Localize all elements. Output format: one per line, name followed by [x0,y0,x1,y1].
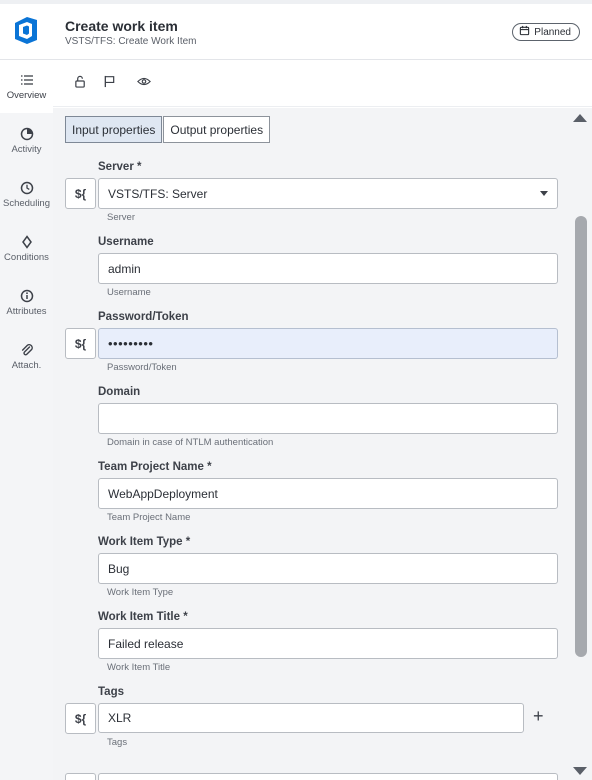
scrollbar-thumb[interactable] [575,216,587,657]
next-field[interactable] [98,773,558,780]
team-project-help: Team Project Name [107,512,191,523]
password-help: Password/Token [107,362,177,373]
username-label: Username [98,236,154,248]
username-field[interactable]: admin [98,253,558,284]
sidebar-item-label: Conditions [4,252,49,263]
tab-input-properties[interactable]: Input properties [65,116,163,143]
tab-output-properties[interactable]: Output properties [163,116,271,143]
status-badge-label: Planned [534,26,571,38]
server-select[interactable]: VSTS/TFS: Server [98,178,558,209]
chevron-down-icon [540,191,548,196]
work-item-title-help: Work Item Title [107,662,171,673]
sidebar-item-activity[interactable]: Activity [0,115,53,167]
server-help: Server [107,212,135,223]
flag-icon[interactable] [100,72,118,90]
page-subtitle: VSTS/TFS: Create Work Item [65,36,197,47]
server-value: VSTS/TFS: Server [108,186,208,201]
server-variable-button[interactable]: ${ [65,178,96,209]
add-tag-button[interactable]: + [533,706,544,727]
work-item-title-label: Work Item Title * [98,611,188,623]
sidebar-item-scheduling[interactable]: Scheduling [0,169,53,221]
password-field[interactable]: ••••••••• [98,328,558,359]
domain-help: Domain in case of NTLM authentication [107,437,274,448]
azure-devops-logo-icon [10,14,42,46]
toolbar [53,61,592,107]
sidebar-item-label: Attributes [6,306,47,317]
sidebar: Overview Activity Scheduling Conditions … [0,61,53,780]
info-icon [20,289,33,303]
scroll-up-arrow-icon[interactable] [573,114,587,122]
username-help: Username [107,287,151,298]
domain-label: Domain [98,386,141,398]
work-item-type-label: Work Item Type * [98,536,191,548]
paperclip-icon [21,344,33,356]
sidebar-item-overview[interactable]: Overview [0,61,53,113]
tags-label: Tags [98,686,124,698]
tags-field[interactable]: XLR [98,703,524,733]
tab-bar: Input properties Output properties [65,116,271,143]
clock-icon [20,181,33,195]
next-variable-button[interactable] [65,773,96,780]
tags-variable-button[interactable]: ${ [65,703,96,734]
sidebar-item-label: Overview [6,90,47,101]
sidebar-item-label: Activity [11,144,42,155]
sidebar-item-attributes[interactable]: Attributes [0,277,53,329]
form-panel: Input properties Output properties Serve… [53,108,570,780]
sidebar-item-label: Attach. [11,360,42,371]
page-title: Create work item [65,18,178,34]
password-label: Password/Token [98,311,189,323]
password-variable-button[interactable]: ${ [65,328,96,359]
team-project-field[interactable]: WebAppDeployment [98,478,558,509]
list-icon [20,75,33,85]
status-badge: Planned [512,23,580,41]
domain-field[interactable] [98,403,558,434]
server-label: Server * [98,161,142,173]
pie-icon [20,127,33,141]
unlock-icon[interactable] [71,72,89,90]
scroll-down-arrow-icon[interactable] [573,767,587,775]
tags-help: Tags [107,737,128,748]
header: Create work item VSTS/TFS: Create Work I… [0,4,592,60]
work-item-type-help: Work Item Type [107,587,174,598]
sidebar-item-attachments[interactable]: Attach. [0,331,53,383]
work-item-title-field[interactable]: Failed release [98,628,558,659]
team-project-label: Team Project Name * [98,461,212,473]
diamond-icon [21,235,32,249]
calendar-icon [519,25,530,39]
sidebar-item-label: Scheduling [2,198,50,209]
sidebar-item-conditions[interactable]: Conditions [0,223,53,275]
eye-icon[interactable] [135,72,153,90]
work-item-type-field[interactable]: Bug [98,553,558,584]
